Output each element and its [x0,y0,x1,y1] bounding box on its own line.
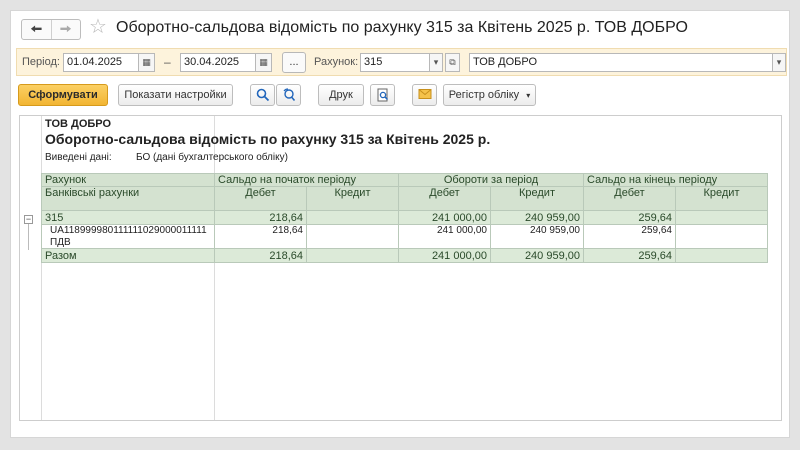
account-dropdown-button[interactable]: ▾ [429,53,443,72]
accounting-register-label: Регістр обліку [448,89,520,101]
navigation-buttons: 🠨 🠪 [21,19,81,40]
calendar-icon: ▦ [259,57,268,67]
forward-button[interactable]: 🠪 [50,20,81,39]
chevron-down-icon: ▾ [526,91,531,100]
tree-line [28,224,29,250]
period-dash: – [164,55,171,69]
total-closing-debit: 259,64 [583,248,676,263]
period-label: Період: [22,56,60,68]
header-closing-debit: Дебет [583,186,676,211]
header-closing-credit: Кредит [675,186,768,211]
total-row[interactable]: Разом 218,64 241 000,00 240 959,00 259,6… [41,248,768,263]
show-settings-button[interactable]: Показати настройки [118,84,233,106]
chevron-down-icon: ▾ [433,57,439,67]
report-table: Рахунок Сальдо на початок періоду Оборот… [41,173,768,263]
account-open-button[interactable]: ⧉ [445,53,460,72]
group-opening-credit [306,210,399,225]
date-to-calendar-button[interactable]: ▦ [255,53,272,72]
date-from-field[interactable]: 01.04.2025 [63,53,139,72]
total-label: Разом [41,248,215,263]
header-turnover-debit: Дебет [398,186,491,211]
header-opening-debit: Дебет [214,186,307,211]
header-turnover-credit: Кредит [490,186,584,211]
page-title: Оборотно-сальдова відомість по рахунку 3… [116,19,688,36]
empty-cell [490,236,584,249]
total-closing-credit [675,248,768,263]
period-select-button[interactable]: ... [282,52,306,73]
empty-cell [398,236,491,249]
group-turnover-credit: 240 959,00 [490,210,584,225]
header-opening-credit: Кредит [306,186,399,211]
detail-closing-debit: 259,64 [583,224,676,237]
detail-turnover-credit: 240 959,00 [490,224,584,237]
data-output-value: БО (дані бухгалтерського обліку) [136,152,288,163]
total-opening-debit: 218,64 [214,248,307,263]
back-button[interactable]: 🠨 [22,20,51,39]
calendar-icon: ▦ [142,57,151,67]
detail-bank-account: UA118999980111111029000011111 [41,224,215,237]
generate-button[interactable]: Сформувати [18,84,108,106]
detail-turnover-debit: 241 000,00 [398,224,491,237]
detail-closing-credit [675,224,768,237]
search-next-icon [283,88,295,102]
report-window: 🠨 🠪 ☆ Оборотно-сальдова відомість по рах… [10,10,790,438]
report-spreadsheet[interactable]: ТОВ ДОБРО Оборотно-сальдова відомість по… [19,115,782,421]
data-output-label: Виведені дані: [45,152,112,163]
organization-field[interactable]: ТОВ ДОБРО [469,53,773,72]
header-opening-balance: Сальдо на початок періоду [214,173,399,187]
title-bar: 🠨 🠪 ☆ Оборотно-сальдова відомість по рах… [11,11,791,49]
total-turnover-credit: 240 959,00 [490,248,584,263]
preview-button[interactable] [370,84,395,106]
detail-bank-account-type: ПДВ [41,236,215,249]
envelope-icon [418,89,431,99]
empty-cell [675,236,768,249]
table-row[interactable]: ПДВ [41,236,768,249]
collapse-group-toggle[interactable]: − [24,215,33,224]
account-label: Рахунок: [314,56,359,68]
arrow-right-icon: 🠪 [59,21,72,38]
star-icon[interactable]: ☆ [89,17,107,37]
chevron-down-icon: ▾ [776,57,782,67]
detail-opening-debit: 218,64 [214,224,307,237]
header-turnover: Обороти за період [398,173,584,187]
search-icon [256,88,269,102]
arrow-left-icon: 🠨 [30,21,43,38]
accounting-register-button[interactable]: Регістр обліку ▾ [443,84,536,106]
group-turnover-debit: 241 000,00 [398,210,491,225]
account-field[interactable]: 315 [360,53,430,72]
parameters-bar: Період: 01.04.2025 ▦ – 30.04.2025 ▦ ... … [16,48,787,76]
organization-dropdown-button[interactable]: ▾ [772,53,786,72]
table-row[interactable]: 315 218,64 241 000,00 240 959,00 259,64 [41,210,768,225]
empty-cell [583,236,676,249]
search-next-button[interactable] [276,84,301,106]
table-row[interactable]: UA118999980111111029000011111 218,64 241… [41,224,768,237]
group-account: 315 [41,210,215,225]
header-account: Рахунок [41,173,215,187]
report-heading: Оборотно-сальдова відомість по рахунку 3… [45,131,491,147]
header-closing-balance: Сальдо на кінець періоду [583,173,768,187]
date-from-calendar-button[interactable]: ▦ [138,53,155,72]
open-window-icon: ⧉ [449,57,456,67]
date-to-field[interactable]: 30.04.2025 [180,53,256,72]
group-closing-debit: 259,64 [583,210,676,225]
total-turnover-debit: 241 000,00 [398,248,491,263]
search-button[interactable] [250,84,275,106]
empty-cell [306,236,399,249]
print-preview-icon [377,88,388,102]
table-header-row: Рахунок Сальдо на початок періоду Оборот… [41,173,768,187]
group-closing-credit [675,210,768,225]
send-email-button[interactable] [412,84,437,106]
group-opening-debit: 218,64 [214,210,307,225]
total-opening-credit [306,248,399,263]
print-button[interactable]: Друк [318,84,364,106]
empty-cell [214,236,307,249]
detail-opening-credit [306,224,399,237]
header-bank-accounts: Банківські рахунки [41,186,215,211]
report-organization: ТОВ ДОБРО [45,118,112,130]
grid-column-line [41,116,42,420]
table-subheader-row: Банківські рахунки Дебет Кредит Дебет Кр… [41,186,768,211]
